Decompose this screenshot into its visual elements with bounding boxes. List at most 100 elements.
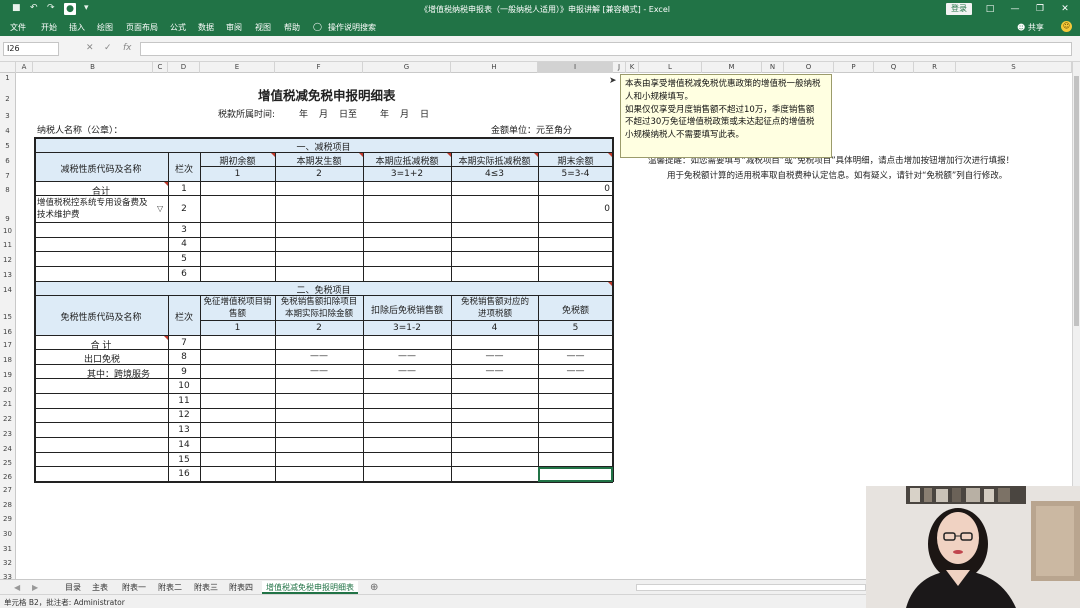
- row-header[interactable]: 30: [0, 530, 15, 538]
- row-header[interactable]: 7: [0, 172, 15, 180]
- comment-indicator[interactable]: [447, 153, 451, 157]
- column-header[interactable]: B: [33, 62, 153, 73]
- feedback-smiley-icon[interactable]: ☺: [1061, 21, 1072, 32]
- column-header[interactable]: N: [762, 62, 784, 73]
- comment-indicator[interactable]: [271, 153, 275, 157]
- row-header[interactable]: 28: [0, 501, 15, 509]
- sheet-tab[interactable]: 附表四: [227, 581, 255, 594]
- sheet-tab-active[interactable]: 增值税减免税申报明细表: [262, 581, 358, 594]
- row-header[interactable]: 2: [0, 95, 15, 103]
- row-header[interactable]: 22: [0, 415, 15, 423]
- column-header[interactable]: E: [200, 62, 275, 73]
- row-header[interactable]: 23: [0, 430, 15, 438]
- redo-icon[interactable]: ↷: [47, 3, 55, 13]
- sheet-tab[interactable]: 附表三: [192, 581, 220, 594]
- row-header[interactable]: 10: [0, 227, 15, 235]
- row-header[interactable]: 20: [0, 386, 15, 394]
- column-header[interactable]: H: [451, 62, 538, 73]
- section2-row-name[interactable]: 其中：跨境服务: [87, 367, 150, 380]
- section2-row-name[interactable]: 合 计: [34, 338, 168, 351]
- close-icon[interactable]: ✕: [1055, 2, 1075, 16]
- ribbon-display-icon[interactable]: □: [980, 2, 1000, 16]
- column-header[interactable]: R: [914, 62, 956, 73]
- column-header[interactable]: Q: [874, 62, 914, 73]
- row-header[interactable]: 32: [0, 559, 15, 567]
- comment-popup[interactable]: 本表由享受增值税减免税优惠政策的增值税一般纳税 人和小规模填写。 如果仅仅享受月…: [620, 74, 832, 158]
- selected-cell[interactable]: [538, 467, 613, 482]
- row-header[interactable]: 12: [0, 256, 15, 264]
- row-header[interactable]: 11: [0, 241, 15, 249]
- column-header[interactable]: O: [784, 62, 834, 73]
- row-header[interactable]: 31: [0, 545, 15, 553]
- touch-mode-icon[interactable]: ●: [64, 3, 76, 15]
- row-header[interactable]: 6: [0, 157, 15, 165]
- comment-indicator[interactable]: [534, 153, 538, 157]
- column-header[interactable]: F: [275, 62, 363, 73]
- row-header[interactable]: 24: [0, 445, 15, 453]
- column-header[interactable]: C: [153, 62, 168, 73]
- column-header[interactable]: M: [702, 62, 762, 73]
- insert-function-icon[interactable]: fx: [123, 43, 132, 53]
- row-header[interactable]: 16: [0, 328, 15, 336]
- column-header[interactable]: L: [639, 62, 702, 73]
- comment-indicator[interactable]: [608, 153, 612, 157]
- row-header[interactable]: 4: [0, 127, 15, 135]
- row-header[interactable]: 3: [0, 112, 15, 120]
- horizontal-scrollbar[interactable]: [636, 584, 866, 591]
- row-header[interactable]: 5: [0, 142, 15, 150]
- column-header[interactable]: J: [613, 62, 626, 73]
- column-header[interactable]: K: [626, 62, 639, 73]
- sheet-tab[interactable]: 目录: [63, 581, 83, 594]
- next-sheet-icon[interactable]: ▶: [32, 581, 38, 594]
- login-button[interactable]: 登录: [946, 3, 972, 15]
- confirm-entry-icon[interactable]: ✓: [104, 43, 112, 53]
- prev-sheet-icon[interactable]: ◀: [14, 581, 20, 594]
- select-all-corner[interactable]: [0, 62, 16, 73]
- section2-row-name[interactable]: 出口免税: [84, 352, 120, 365]
- row-header[interactable]: 18: [0, 356, 15, 364]
- row-header[interactable]: 27: [0, 486, 15, 494]
- comment-indicator[interactable]: [608, 282, 612, 286]
- add-sheet-icon[interactable]: ⊕: [370, 581, 378, 594]
- minimize-icon[interactable]: —: [1005, 2, 1025, 16]
- section1-row-end[interactable]: 0: [540, 204, 610, 214]
- row-header[interactable]: 26: [0, 473, 15, 481]
- customize-quick-access-icon[interactable]: ▾: [84, 3, 89, 13]
- row-header[interactable]: 9: [0, 215, 15, 223]
- dropdown-icon[interactable]: ▽: [157, 204, 163, 213]
- name-box[interactable]: I26: [3, 42, 59, 56]
- tell-me-search[interactable]: 操作说明搜索: [328, 22, 376, 33]
- section1-row-name[interactable]: 增值税税控系统专用设备费及技术维护费: [37, 197, 155, 221]
- tab-formulas[interactable]: 公式: [170, 22, 186, 33]
- sheet-tab[interactable]: 主表: [90, 581, 110, 594]
- save-icon[interactable]: ■: [12, 3, 21, 13]
- column-header[interactable]: A: [16, 62, 33, 73]
- tab-insert[interactable]: 插入: [69, 22, 85, 33]
- tab-help[interactable]: 帮助: [284, 22, 300, 33]
- row-header[interactable]: 25: [0, 459, 15, 467]
- tab-view[interactable]: 视图: [255, 22, 271, 33]
- section1-row-name[interactable]: 合计: [34, 184, 168, 197]
- tab-file[interactable]: 文件: [10, 22, 26, 33]
- row-header[interactable]: 1: [0, 74, 15, 82]
- row-header[interactable]: 15: [0, 313, 15, 321]
- formula-input[interactable]: [140, 42, 1072, 56]
- comment-indicator[interactable]: [359, 153, 363, 157]
- tab-home[interactable]: 开始: [41, 22, 57, 33]
- row-header[interactable]: 8: [0, 186, 15, 194]
- column-header[interactable]: G: [363, 62, 451, 73]
- tab-draw[interactable]: 绘图: [97, 22, 113, 33]
- undo-icon[interactable]: ↶: [30, 3, 38, 13]
- sheet-tab[interactable]: 附表二: [156, 581, 184, 594]
- tab-data[interactable]: 数据: [198, 22, 214, 33]
- row-header[interactable]: 14: [0, 286, 15, 294]
- column-header[interactable]: S: [956, 62, 1072, 73]
- share-button[interactable]: ☻ 共享: [1017, 22, 1044, 33]
- row-header[interactable]: 13: [0, 271, 15, 279]
- row-header[interactable]: 19: [0, 371, 15, 379]
- row-header[interactable]: 21: [0, 400, 15, 408]
- row-header[interactable]: 29: [0, 515, 15, 523]
- section1-row-end[interactable]: 0: [540, 184, 610, 194]
- column-header[interactable]: D: [168, 62, 200, 73]
- restore-icon[interactable]: ❐: [1030, 2, 1050, 16]
